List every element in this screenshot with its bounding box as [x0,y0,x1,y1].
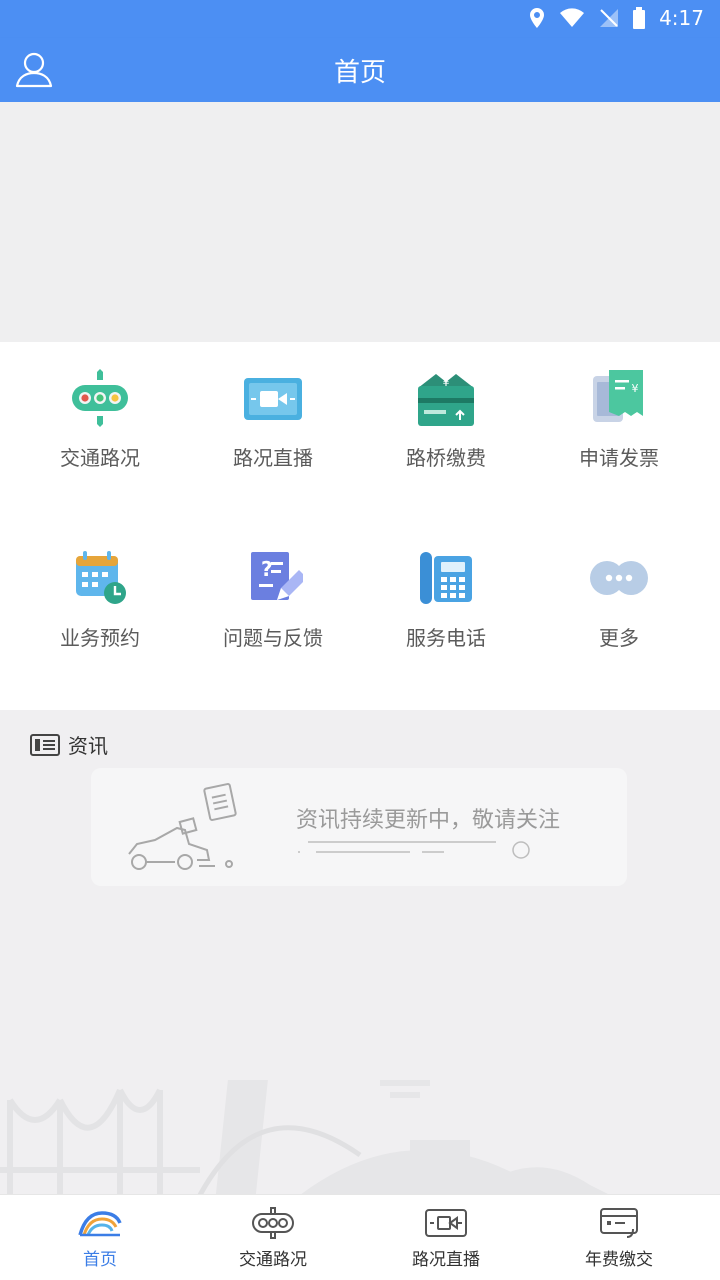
tab-home[interactable]: 首页 [10,1195,190,1280]
page-title: 首页 [333,58,386,88]
wifi-icon [560,8,585,27]
news-empty-text: 资讯持续更新中，敬请关注 [296,808,561,833]
grid-item-traffic[interactable]: 交通路况 [14,352,186,492]
location-icon [530,8,545,28]
grid-item-toll[interactable]: ¥ 路桥缴费 [360,352,532,492]
calendar-icon [76,551,126,604]
tab-label: 交通路况 [239,1250,307,1270]
tab-label: 路况直播 [412,1250,480,1270]
svg-text:¥: ¥ [443,376,450,389]
tab-label: 年费缴交 [585,1250,653,1270]
city-skyline-illustration [0,1080,610,1195]
decorative-lines [298,841,530,859]
banner-area[interactable] [0,102,720,342]
grid-item-label: 更多 [599,626,639,650]
tab-live[interactable]: 路况直播 [356,1195,536,1280]
battery-icon [633,7,646,29]
newspaper-icon [30,733,60,756]
grid-item-hotline[interactable]: 服务电话 [360,532,532,672]
car-newspaper-illustration [128,783,237,870]
grid-item-label: 业务预约 [60,626,140,650]
grid-item-appointment[interactable]: 业务预约 [14,532,186,672]
grid-item-label: 路桥缴费 [406,446,486,470]
news-empty-card: 资讯持续更新中，敬请关注 [91,768,627,886]
news-header: 资讯 [30,730,108,759]
feedback-edit-icon: ? [251,552,303,600]
status-icons: 4:17 [529,6,704,30]
invoice-icon: ¥ [593,370,643,422]
grid-item-feedback[interactable]: ? 问题与反馈 [187,532,359,672]
function-grid: 交通路况 路况直播 ¥ 路桥缴费 ¥ 申请发票 业务预约 ? 问题与反馈 服务电… [0,342,720,710]
grid-item-label: 服务电话 [406,626,486,650]
tab-label: 首页 [83,1250,117,1270]
no-signal-icon [600,9,619,27]
grid-item-label: 交通路况 [60,446,140,470]
grid-item-invoice[interactable]: ¥ 申请发票 [533,352,705,492]
status-bar: 4:17 [0,0,720,38]
grid-item-live[interactable]: 路况直播 [187,352,359,492]
grid-item-label: 问题与反馈 [223,626,323,650]
status-time: 4:17 [659,6,704,30]
tab-annual-fee[interactable]: 年费缴交 [529,1195,709,1280]
more-dots-icon [590,561,648,595]
video-camera-icon [244,378,302,420]
grid-item-label: 申请发票 [579,446,659,470]
home-road-icon [78,1211,122,1237]
traffic-light-icon [72,369,128,427]
grid-item-label: 路况直播 [233,446,313,470]
app-bar: 首页 [0,38,720,102]
tab-traffic[interactable]: 交通路况 [183,1195,363,1280]
toll-payment-icon: ¥ [418,374,474,426]
telephone-icon [420,552,472,604]
grid-item-more[interactable]: 更多 [533,532,705,672]
bottom-tab-bar: 首页 交通路况 路况直播 年费缴交 [0,1194,720,1280]
news-title: 资讯 [68,734,108,758]
svg-text:¥: ¥ [632,382,639,395]
card-payment-icon [600,1208,638,1238]
svg-text:?: ? [261,557,273,581]
traffic-light-icon [252,1207,294,1239]
video-camera-icon [425,1209,467,1237]
